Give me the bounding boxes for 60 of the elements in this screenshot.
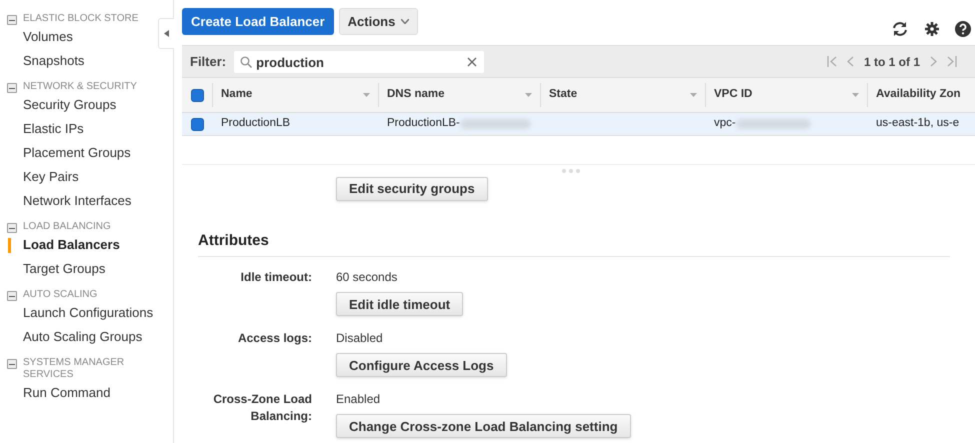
selection-marker [8,238,11,252]
attribute-value: Disabled [336,330,383,348]
help-icon[interactable] [955,21,971,37]
column-header[interactable]: Name [221,86,252,104]
section-heading: NETWORK & SECURITY [23,81,137,93]
attribute-label: Cross-Zone Load Balancing: [212,391,312,426]
table-cell-text: ProductionLB- [387,116,460,132]
action-button[interactable]: Change Cross-zone Load Balancing setting [336,414,631,438]
action-button[interactable]: Configure Access Logs [336,353,507,378]
table-row[interactable]: ProductionLB ProductionLB- vpc- us-east-1b, us-e [182,113,975,136]
collapse-icon[interactable] [7,291,17,301]
refresh-icon[interactable] [891,21,909,37]
caret-icon [401,19,410,24]
settings-icon[interactable] [925,22,939,36]
collapse-icon[interactable] [7,359,17,369]
nav-link[interactable]: Target Groups [23,259,106,279]
column-header[interactable]: Availability Zon [876,86,961,104]
clear-icon[interactable] [467,56,478,66]
column-header[interactable]: DNS name [387,86,445,104]
section-heading: AUTO SCALING [23,289,98,301]
collapse-icon[interactable] [7,15,17,25]
column-header[interactable]: State [549,86,578,104]
nav-link[interactable]: Auto Scaling Groups [23,327,142,347]
nav-link[interactable]: Elastic IPs [23,119,84,139]
attribute-label: Access logs: [236,330,312,348]
search-icon [240,56,252,68]
nav-link[interactable]: Volumes [23,27,73,47]
table-cell-text: us-east-1b, us-e [876,116,960,132]
nav-link[interactable]: Launch Configurations [23,303,154,323]
attribute-value: 60 seconds [336,269,398,286]
collapse-icon[interactable] [7,223,17,233]
actions-dropdown[interactable]: Actions [338,8,418,35]
attribute-value: Enabled [336,391,380,408]
checkbox[interactable] [190,88,204,102]
nav-link[interactable]: Snapshots [23,51,84,71]
table-cell-text: ProductionLB [221,116,290,132]
filter-label: Filter: [190,52,226,71]
table-cell-text: vpc- [714,116,736,132]
nav-link[interactable]: Run Command [23,383,110,403]
nav-link[interactable]: Placement Groups [23,143,131,163]
pagination-text: 1 to 1 of 1 [864,54,920,70]
collapse-icon[interactable] [7,83,17,93]
column-header[interactable]: VPC ID [714,86,752,104]
collapse-sidebar-button[interactable] [158,18,174,49]
nav-link[interactable]: Security Groups [23,95,116,115]
resize-handle[interactable] [562,169,580,173]
section-heading: LOAD BALANCING [23,221,111,233]
section-heading: SYSTEMS MANAGER SERVICES [23,357,126,381]
section-heading: ELASTIC BLOCK STORE [23,13,138,25]
checkbox[interactable] [190,118,204,130]
nav-link[interactable]: Key Pairs [23,167,79,187]
section-heading: Attributes [198,232,269,250]
triangle-left-icon [164,30,169,37]
attribute-label: Idle timeout: [240,269,312,286]
nav-link[interactable]: Load Balancers [23,235,120,255]
nav-link[interactable]: Network Interfaces [23,191,132,211]
action-button[interactable]: Edit security groups [336,177,488,201]
create-load-balancer-button[interactable]: Create Load Balancer [182,8,334,35]
filter-field[interactable]: production [234,51,484,73]
action-button[interactable]: Edit idle timeout [336,292,464,316]
